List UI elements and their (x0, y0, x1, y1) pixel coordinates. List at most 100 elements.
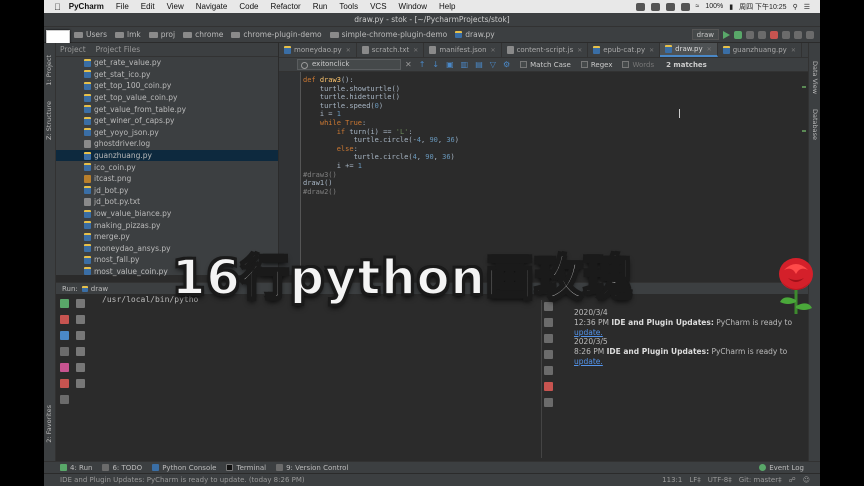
file-tree-item[interactable]: jd_bot.py (84, 185, 278, 197)
close-find-icon[interactable]: ✕ (405, 60, 412, 69)
database-tool-tab[interactable]: Database (811, 109, 819, 140)
close-run-icon[interactable] (60, 379, 69, 388)
help-icon[interactable] (544, 398, 553, 407)
run-config-select[interactable]: draw (691, 29, 719, 40)
breadcrumb-chrome-plugin-demo[interactable]: chrome-plugin-demo (231, 30, 322, 39)
python-console-button[interactable]: Python Console (152, 464, 216, 472)
breadcrumb-lmk[interactable]: lmk (115, 30, 141, 39)
menu-edit[interactable]: Edit (141, 2, 155, 11)
profile-icon[interactable] (758, 30, 766, 39)
vcs-commit-icon[interactable] (794, 30, 802, 39)
find-input[interactable]: exitonclick (297, 59, 401, 70)
update-link[interactable]: update. (574, 357, 603, 366)
file-tree-item[interactable]: itcast.png (84, 173, 278, 185)
wifi-icon[interactable]: ≈ (696, 3, 700, 10)
rerun-icon[interactable] (60, 299, 69, 308)
stop-icon[interactable] (770, 30, 778, 39)
layout-icon[interactable] (60, 347, 69, 356)
editor-tab[interactable]: guanzhuang.py ✕ (718, 43, 802, 57)
editor-tab[interactable]: epub-cat.py ✕ (588, 43, 661, 57)
coverage-icon[interactable] (746, 30, 754, 39)
battery-icon[interactable]: ▮ (729, 3, 733, 11)
regex-checkbox[interactable]: Regex (580, 61, 612, 69)
file-tree-item[interactable]: ico_coin.py (84, 161, 278, 173)
menu-list-icon[interactable]: ☰ (804, 3, 810, 11)
find-settings-icon[interactable]: ⚙ (503, 60, 510, 69)
breadcrumb-proj[interactable]: proj (148, 30, 175, 39)
file-tree-item[interactable]: guanzhuang.py (56, 149, 278, 162)
filter-icon[interactable]: ▽ (490, 60, 496, 69)
status-message[interactable]: IDE and Plugin Updates: PyCharm is ready… (60, 476, 305, 484)
add-occurrence-icon[interactable]: ▥ (461, 60, 469, 69)
close-tab-icon[interactable]: ✕ (791, 47, 796, 54)
project-tool-tab[interactable]: 1: Project (45, 55, 53, 86)
next-match-icon[interactable]: ↓ (432, 60, 439, 69)
close-tab-icon[interactable]: ✕ (577, 47, 582, 54)
clear-all-icon[interactable] (544, 366, 553, 375)
update-link[interactable]: update. (574, 328, 603, 337)
error-stripe-marker[interactable] (802, 130, 806, 132)
project-tab[interactable]: Project (60, 45, 86, 54)
file-tree-item[interactable]: low_value_biance.py (84, 208, 278, 220)
file-tree-item[interactable]: making_pizzas.py (84, 219, 278, 231)
debug-icon[interactable] (734, 30, 742, 39)
breadcrumb-chrome[interactable]: chrome (183, 30, 223, 39)
caret-position[interactable]: 113:1 (662, 476, 682, 484)
tray-app-icon[interactable] (680, 2, 690, 11)
file-tree-item[interactable]: merge.py (84, 231, 278, 243)
menu-view[interactable]: View (167, 2, 184, 11)
mark-read-icon[interactable] (544, 318, 553, 327)
favorites-tool-tab[interactable]: 2: Favorites (45, 405, 53, 443)
breadcrumb-draw-py[interactable]: draw.py (455, 30, 495, 39)
close-tab-icon[interactable]: ✕ (413, 47, 418, 54)
menu-code[interactable]: Code (239, 2, 258, 11)
line-separator[interactable]: LF‡ (689, 476, 700, 484)
editor-tab[interactable]: moneydao.py ✕ (279, 43, 357, 57)
file-tree-item[interactable]: get_value_from_table.py (84, 103, 278, 115)
file-tree-item[interactable]: get_yoyo_json.py (84, 127, 278, 139)
terminal-button[interactable]: Terminal (226, 464, 266, 472)
app-menu[interactable]: PyCharm (69, 2, 104, 11)
file-encoding[interactable]: UTF-8‡ (708, 476, 732, 484)
file-tree-item[interactable]: get_top_100_coin.py (84, 80, 278, 92)
code-editor[interactable]: def draw3(): turtle.showturtle() turtle.… (303, 76, 459, 196)
error-stripe-marker[interactable] (802, 86, 806, 88)
up-stack-icon[interactable] (76, 299, 85, 308)
file-tree-item[interactable]: get_top_value_coin.py (84, 92, 278, 104)
close-icon[interactable] (544, 382, 553, 391)
match-case-checkbox[interactable]: Match Case (520, 61, 571, 69)
soft-wrap-icon[interactable] (544, 334, 553, 343)
menu-file[interactable]: File (116, 2, 129, 11)
close-tab-icon[interactable]: ✕ (707, 46, 712, 53)
structure-tool-tab[interactable]: Z: Structure (45, 101, 53, 140)
run-tab[interactable]: draw (91, 285, 108, 293)
breadcrumb-simple-chrome-plugin-demo[interactable]: simple-chrome-plugin-demo (329, 30, 447, 39)
editor-tab[interactable]: scratch.txt ✕ (357, 43, 425, 57)
breadcrumb-users[interactable]: Users (74, 30, 107, 39)
down-stack-icon[interactable] (76, 315, 85, 324)
scroll-end-icon[interactable] (544, 350, 553, 359)
menu-help[interactable]: Help (439, 2, 455, 11)
menu-run[interactable]: Run (313, 2, 328, 11)
file-tree-item[interactable]: get_stat_ico.py (84, 69, 278, 81)
file-tree-item[interactable]: ghostdriver.log (84, 138, 278, 150)
menu-navigate[interactable]: Navigate (196, 2, 228, 11)
help-icon[interactable] (60, 395, 69, 404)
close-tab-icon[interactable]: ✕ (649, 47, 654, 54)
vcs-update-icon[interactable] (782, 30, 790, 39)
find-in-selection-icon[interactable]: ▣ (446, 60, 454, 69)
editor-tab[interactable]: manifest.json ✕ (424, 43, 502, 57)
line-gutter[interactable] (279, 72, 301, 275)
git-branch[interactable]: Git: master‡ (739, 476, 782, 484)
tray-app-icon[interactable] (665, 2, 675, 11)
stop-run-icon[interactable] (60, 315, 69, 324)
event-log-button[interactable]: Event Log (759, 464, 804, 472)
file-tree-item[interactable]: get_rate_value.py (84, 57, 278, 69)
file-tree-item[interactable]: jd_bot.py.txt (84, 196, 278, 208)
run-tool-button[interactable]: 4: Run (60, 464, 92, 472)
run-play-icon[interactable] (723, 30, 730, 39)
select-all-occurrences-icon[interactable]: ▤ (475, 60, 483, 69)
clear-all-icon[interactable] (76, 379, 85, 388)
close-tab-icon[interactable]: ✕ (491, 47, 496, 54)
search-everywhere-icon[interactable] (806, 30, 814, 39)
